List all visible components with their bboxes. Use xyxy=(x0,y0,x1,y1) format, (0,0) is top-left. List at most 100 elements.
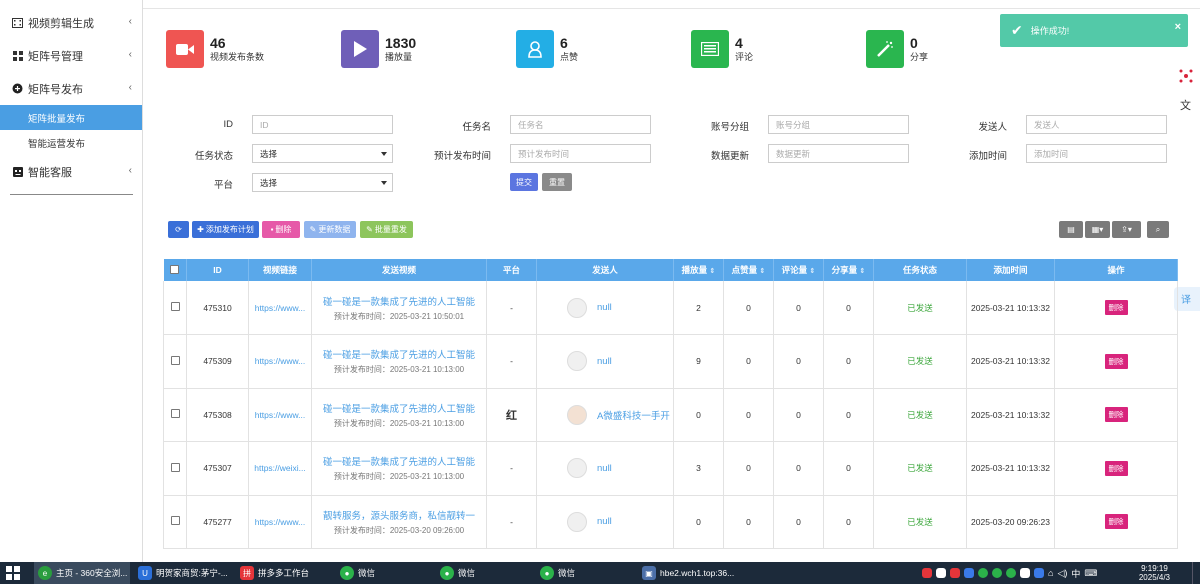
planned-time: 预计发布时间：2025-03-21 10:50:01 xyxy=(333,311,465,321)
task-status-select[interactable]: 选择 xyxy=(252,144,393,163)
export-button[interactable]: ⇪▾ xyxy=(1112,221,1141,238)
video-link[interactable]: https://www... xyxy=(255,410,306,420)
video-link[interactable]: https://www... xyxy=(255,517,306,527)
sidebar-divider xyxy=(10,194,133,195)
system-tray[interactable]: ⌂ ◁) 中 ⌨ xyxy=(922,562,1097,584)
start-button[interactable] xyxy=(6,562,20,584)
taskbar-item-wechat-1[interactable]: ● 微信 xyxy=(340,562,375,584)
col-header-comments[interactable]: 评论量 ⇕ xyxy=(773,259,824,281)
video-title[interactable]: 靓转服务，源头服务商，私信靓转一 xyxy=(312,508,486,522)
id-input[interactable]: ID xyxy=(252,115,393,134)
chevron-left-icon: ‹ xyxy=(128,16,132,27)
row-checkbox[interactable] xyxy=(170,516,180,526)
video-title[interactable]: 碰一碰是一款集成了先进的人工智能 xyxy=(312,294,486,308)
row-delete-button[interactable]: 删除 xyxy=(1104,300,1128,315)
table-view-button[interactable]: ▤ xyxy=(1059,221,1083,238)
cell-shares: 0 xyxy=(823,441,874,496)
account-group-input[interactable]: 账号分组 xyxy=(768,115,909,134)
translate-icon[interactable]: 文 xyxy=(1172,93,1200,117)
video-title[interactable]: 碰一碰是一款集成了先进的人工智能 xyxy=(312,401,486,415)
add-time-input[interactable]: 添加时间 xyxy=(1026,144,1167,163)
task-name-label: 任务名 xyxy=(462,122,491,133)
sender-name[interactable]: null xyxy=(597,463,612,474)
ime-indicator[interactable]: 中 xyxy=(1071,567,1080,580)
row-delete-button[interactable]: 删除 xyxy=(1104,460,1128,476)
row-delete-button[interactable]: 删除 xyxy=(1104,514,1128,530)
row-checkbox[interactable] xyxy=(170,355,180,365)
clock-date: 2025/4/3 xyxy=(1138,573,1170,582)
select-all-checkbox[interactable] xyxy=(170,264,180,274)
video-link[interactable]: https://www... xyxy=(255,356,306,366)
sidebar-item-matrix-publish[interactable]: 矩阵号发布 ‹ xyxy=(0,72,142,105)
columns-button[interactable]: ▦▾ xyxy=(1085,221,1110,238)
planned-time: 预计发布时间：2025-03-21 10:13:00 xyxy=(333,418,465,428)
sidebar-subitem-batch-publish[interactable]: 矩阵批量发布 xyxy=(0,105,142,130)
col-header-action: 操作 xyxy=(1054,259,1178,281)
close-icon[interactable]: × xyxy=(1175,21,1181,33)
refresh-button[interactable]: ⟳ xyxy=(168,221,189,238)
header-label: 评论量 xyxy=(781,265,808,275)
sidebar-item-video-edit[interactable]: 视频剪辑生成 ‹ xyxy=(0,6,142,39)
row-checkbox[interactable] xyxy=(170,409,180,419)
browser-360-icon: e xyxy=(38,566,52,580)
cell-shares: 0 xyxy=(823,281,874,335)
add-plan-button[interactable]: ✚ 添加发布计划 xyxy=(192,221,259,238)
taskbar-item-wechat-2[interactable]: ● 微信 xyxy=(440,562,475,584)
sender-name[interactable]: null xyxy=(597,302,612,313)
col-header-sender: 发送人 xyxy=(536,259,674,281)
planned-time-input[interactable]: 预计发布时间 xyxy=(510,144,651,163)
header-label: 分享量 xyxy=(831,265,858,275)
cell-likes: 0 xyxy=(723,388,774,442)
delete-button[interactable]: ▪ 删除 xyxy=(262,221,300,238)
taskbar-item-store[interactable]: U 明贺家商贸:茅宁-... xyxy=(138,562,228,584)
svg-text:文: 文 xyxy=(1180,99,1191,112)
video-link[interactable]: https://www... xyxy=(255,303,306,313)
sender-name[interactable]: A微盛科技一手开 xyxy=(597,408,670,422)
stat-video-count: 46 视频发布条数 xyxy=(166,30,264,68)
update-data-button[interactable]: ✎ 更新数据 xyxy=(304,221,356,238)
batch-resend-button[interactable]: ✎ 批量重发 xyxy=(360,221,413,238)
plus-icon: ✚ xyxy=(197,225,204,234)
submit-button[interactable]: 提交 xyxy=(510,173,538,191)
video-title[interactable]: 碰一碰是一款集成了先进的人工智能 xyxy=(312,347,486,361)
plugin-icon[interactable] xyxy=(1172,64,1200,88)
video-link[interactable]: https://weixi... xyxy=(254,463,306,473)
taskbar-item-browser[interactable]: e 主页 - 360安全浏... xyxy=(34,562,130,584)
show-desktop-button[interactable] xyxy=(1192,562,1200,584)
tray-app-icon xyxy=(950,568,960,578)
col-header-shares[interactable]: 分享量 ⇕ xyxy=(823,259,874,281)
sender-name[interactable]: null xyxy=(597,356,612,367)
sidebar-subitem-smart-ops[interactable]: 智能运营发布 xyxy=(0,130,142,155)
data-update-input[interactable]: 数据更新 xyxy=(768,144,909,163)
platform-select[interactable]: 选择 xyxy=(252,173,393,192)
stat-comments: 4 评论 xyxy=(691,30,753,68)
sidebar-item-matrix-manage[interactable]: 矩阵号管理 ‹ xyxy=(0,39,142,72)
tray-app-icon xyxy=(936,568,946,578)
row-delete-button[interactable]: 删除 xyxy=(1104,407,1128,423)
status-badge: 已发送 xyxy=(907,356,933,367)
video-title[interactable]: 碰一碰是一款集成了先进的人工智能 xyxy=(312,454,486,468)
task-name-input[interactable]: 任务名 xyxy=(510,115,651,134)
taskbar-item-pdd[interactable]: 拼 拼多多工作台 xyxy=(240,562,309,584)
reset-button[interactable]: 重置 xyxy=(542,173,572,191)
button-label: 删除 xyxy=(275,225,292,234)
table-row: 475307 https://weixi... 碰一碰是一款集成了先进的人工智能… xyxy=(163,441,1178,496)
taskbar-item-wechat-3[interactable]: ● 微信 xyxy=(540,562,575,584)
col-header-likes[interactable]: 点赞量 ⇕ xyxy=(723,259,774,281)
row-checkbox[interactable] xyxy=(170,302,180,311)
taskbar-item-remote[interactable]: ▣ hbe2.wch1.top:36... xyxy=(642,562,734,584)
search-button[interactable]: ⌕ xyxy=(1147,221,1169,238)
stat-shares: 0 分享 xyxy=(866,30,928,68)
stat-label: 视频发布条数 xyxy=(210,52,265,62)
row-checkbox[interactable] xyxy=(170,462,180,472)
row-delete-button[interactable]: 删除 xyxy=(1104,353,1128,369)
select-all-cell[interactable] xyxy=(163,259,187,281)
select-value: 选择 xyxy=(260,148,278,159)
taskbar-clock[interactable]: 9:19:19 2025/4/3 xyxy=(1139,564,1170,582)
taskbar-label: 微信 xyxy=(358,568,376,578)
col-header-plays[interactable]: 播放量 ⇕ xyxy=(673,259,724,281)
magic-wand-icon xyxy=(866,30,904,68)
sender-name[interactable]: null xyxy=(597,516,612,527)
sidebar-item-smart-service[interactable]: 智能客服 ‹ xyxy=(0,155,142,188)
sender-input[interactable]: 发送人 xyxy=(1026,115,1167,134)
